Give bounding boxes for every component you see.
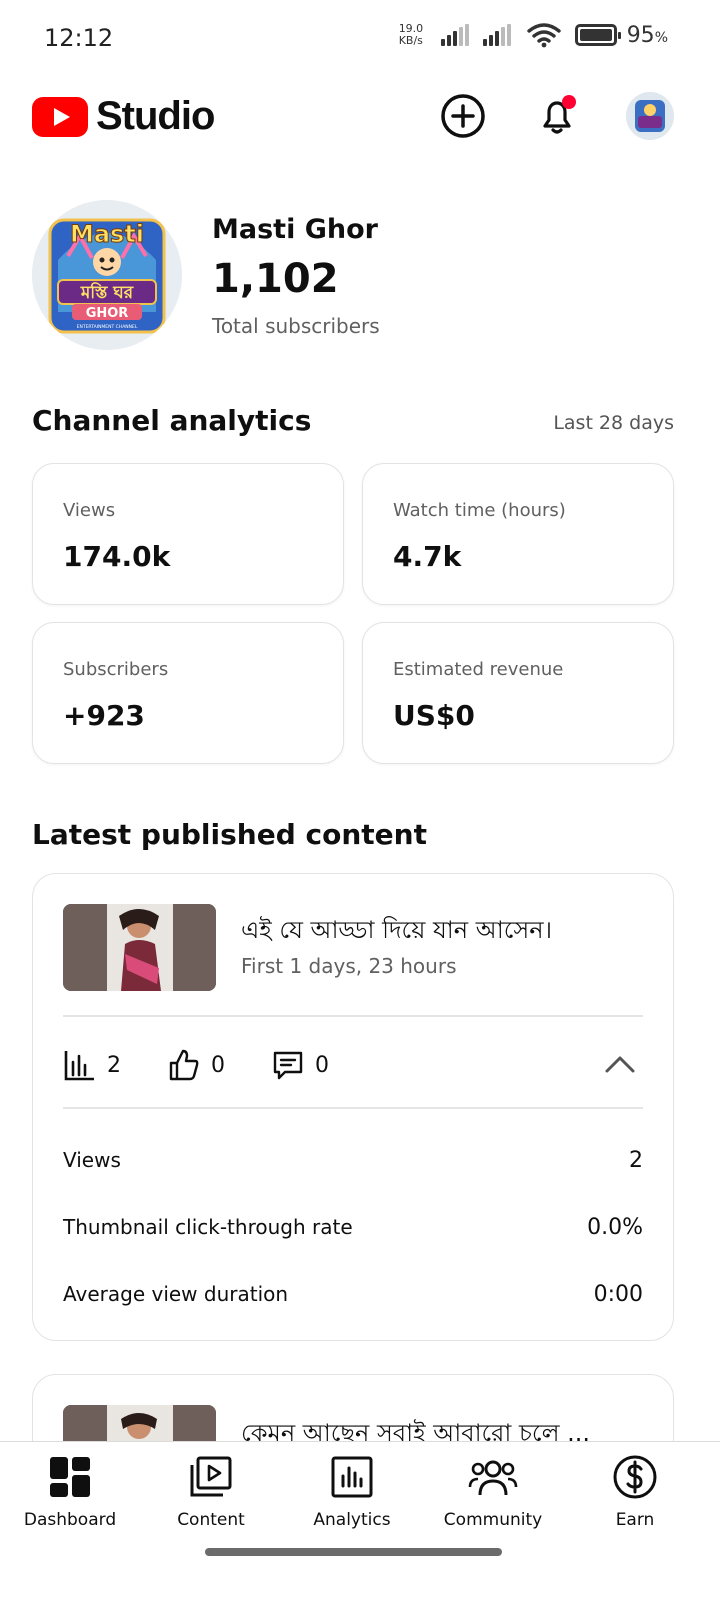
nav-item-community[interactable]: Community xyxy=(433,1452,553,1530)
nav-label: Dashboard xyxy=(23,1510,117,1530)
bell-icon xyxy=(543,95,576,134)
nav-label: Analytics xyxy=(313,1510,391,1530)
earn-icon xyxy=(610,1452,660,1502)
subscriber-label: Total subscribers xyxy=(212,314,380,338)
network-speed: 19.0 KB/s xyxy=(399,23,433,47)
battery-percent: 95 xyxy=(626,22,655,48)
nav-item-analytics[interactable]: Analytics xyxy=(292,1452,412,1530)
channel-logo-icon xyxy=(626,92,674,140)
views-count: 2 xyxy=(107,1052,121,1078)
network-speed-unit: KB/s xyxy=(398,34,423,47)
signal-icon-2 xyxy=(482,24,511,46)
notifications-button[interactable] xyxy=(532,91,582,141)
detail-value: 0.0% xyxy=(587,1215,643,1240)
subscriber-count: 1,102 xyxy=(212,256,339,302)
comment-icon xyxy=(273,1051,303,1080)
divider xyxy=(63,1107,643,1109)
stat-card-watch-time[interactable]: Watch time (hours) 4.7k xyxy=(362,463,674,605)
nav-item-content[interactable]: Content xyxy=(151,1452,271,1530)
stat-label: Estimated revenue xyxy=(393,659,564,680)
stat-card-subscribers[interactable]: Subscribers +923 xyxy=(32,622,344,764)
channel-logo-icon: Masti মস্তি ঘর GHOR ENTERTAINMENT CHANNE… xyxy=(32,200,182,350)
stat-card-revenue[interactable]: Estimated revenue US$0 xyxy=(362,622,674,764)
status-time: 12:12 xyxy=(44,24,114,52)
stat-card-views[interactable]: Views 174.0k xyxy=(32,463,344,605)
detail-row-ctr: Thumbnail click-through rate 0.0% xyxy=(63,1215,643,1240)
nav-item-dashboard[interactable]: Dashboard xyxy=(10,1452,130,1530)
status-bar: 12:12 19.0 KB/s 95% xyxy=(0,0,720,78)
community-icon xyxy=(468,1452,518,1502)
youtube-play-icon xyxy=(32,96,88,137)
detail-value: 2 xyxy=(629,1148,643,1173)
views-metric: 2 xyxy=(63,1048,121,1082)
stat-label: Subscribers xyxy=(63,659,169,680)
stat-label: Watch time (hours) xyxy=(393,500,566,521)
comments-count: 0 xyxy=(315,1052,329,1078)
battery-indicator: 95% xyxy=(574,22,668,48)
logo-text-top: Masti xyxy=(70,220,144,248)
app-name: Studio xyxy=(96,94,215,138)
nav-label: Earn xyxy=(615,1510,655,1530)
stat-label: Views xyxy=(63,500,116,521)
latest-video-card: এই যে আড্ডা দিয়ে যান আসেন। First 1 days… xyxy=(32,873,674,1341)
detail-label: Views xyxy=(63,1148,121,1172)
nav-label: Content xyxy=(177,1510,245,1530)
dashboard-icon xyxy=(45,1452,95,1502)
bottom-navigation: Dashboard Content Analytics Community Ea… xyxy=(0,1441,720,1600)
detail-value: 0:00 xyxy=(593,1282,643,1307)
nav-label: Community xyxy=(443,1510,543,1530)
detail-label: Average view duration xyxy=(63,1282,289,1306)
divider xyxy=(63,1015,643,1017)
channel-name: Masti Ghor xyxy=(212,214,378,245)
thumbs-up-icon xyxy=(169,1049,199,1081)
signal-icon xyxy=(440,24,469,46)
wifi-icon xyxy=(526,22,561,48)
bar-chart-icon xyxy=(64,1051,94,1081)
detail-label: Thumbnail click-through rate xyxy=(63,1215,353,1239)
comments-metric: 0 xyxy=(271,1048,329,1082)
create-button[interactable] xyxy=(438,91,488,141)
account-avatar[interactable] xyxy=(626,92,674,140)
battery-icon xyxy=(574,24,621,46)
app-header: Studio xyxy=(0,78,720,158)
video-thumbnail[interactable] xyxy=(63,904,216,991)
video-period: First 1 days, 23 hours xyxy=(241,954,457,978)
latest-section-title: Latest published content xyxy=(32,818,427,851)
home-indicator[interactable] xyxy=(205,1548,502,1556)
likes-metric: 0 xyxy=(167,1048,225,1082)
logo-text-bottom: GHOR xyxy=(86,306,129,321)
analytics-section-title: Channel analytics xyxy=(32,404,312,437)
plus-circle-icon xyxy=(441,94,485,138)
nav-item-earn[interactable]: Earn xyxy=(575,1452,695,1530)
stat-value: US$0 xyxy=(393,699,475,732)
logo-caption: ENTERTAINMENT CHANNEL xyxy=(77,324,138,330)
collapse-button[interactable] xyxy=(603,1049,637,1083)
logo-text-mid: মস্তি ঘর xyxy=(80,281,134,303)
channel-avatar[interactable]: Masti মস্তি ঘর GHOR ENTERTAINMENT CHANNE… xyxy=(32,200,182,350)
stat-value: 174.0k xyxy=(63,540,171,573)
content-icon xyxy=(186,1452,236,1502)
studio-logo[interactable]: Studio xyxy=(32,94,215,139)
chevron-up-icon xyxy=(605,1056,635,1073)
channel-summary: Masti মস্তি ঘর GHOR ENTERTAINMENT CHANNE… xyxy=(32,200,688,350)
battery-unit: % xyxy=(654,29,668,46)
analytics-icon xyxy=(327,1452,377,1502)
detail-row-views: Views 2 xyxy=(63,1148,643,1173)
analytics-period: Last 28 days xyxy=(553,412,674,434)
stat-value: +923 xyxy=(63,699,145,732)
detail-row-avd: Average view duration 0:00 xyxy=(63,1282,643,1307)
status-indicators: 19.0 KB/s 95% xyxy=(399,22,668,48)
video-title[interactable]: এই যে আড্ডা দিয়ে যান আসেন। xyxy=(241,912,552,952)
likes-count: 0 xyxy=(211,1052,225,1078)
stat-value: 4.7k xyxy=(393,540,462,573)
